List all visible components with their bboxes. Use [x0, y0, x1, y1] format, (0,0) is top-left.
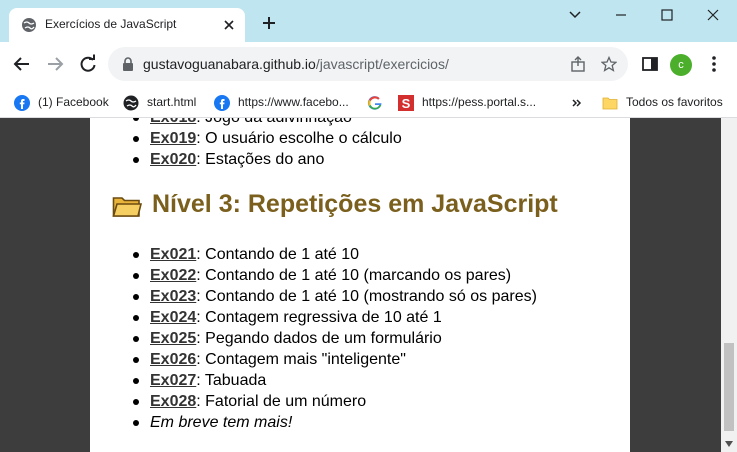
star-icon[interactable] — [601, 56, 617, 72]
exercise-link[interactable]: Ex025 — [150, 330, 196, 347]
bookmark-label: (1) Facebook — [38, 95, 109, 109]
list-item: Ex028: Fatorial de um número — [130, 391, 537, 412]
window-close-icon[interactable] — [702, 6, 724, 24]
forward-arrow-icon[interactable] — [45, 54, 65, 74]
exercise-link[interactable]: Ex020 — [150, 151, 196, 168]
vertical-scrollbar[interactable] — [721, 118, 737, 452]
address-bar[interactable]: gustavoguanabara.github.io/javascript/ex… — [108, 47, 628, 81]
maximize-icon[interactable] — [656, 6, 678, 24]
back-arrow-icon[interactable] — [12, 54, 32, 74]
google-icon — [367, 95, 383, 111]
tab-active[interactable]: Exercícios de JavaScript — [9, 8, 245, 42]
url-host: gustavoguanabara.github.io — [143, 56, 316, 72]
bookmark-pess-portal[interactable]: S https://pess.portal.s... — [398, 92, 536, 112]
new-tab-icon[interactable] — [261, 15, 277, 31]
exercise-link[interactable]: Ex019 — [150, 130, 196, 147]
minimize-icon[interactable] — [610, 6, 632, 24]
lock-icon[interactable] — [121, 57, 135, 71]
exercise-description: : Contando de 1 até 10 — [196, 246, 360, 263]
exercise-description: : Estações do ano — [196, 151, 325, 168]
exercise-description: : Fatorial de um número — [196, 393, 367, 410]
page-viewport: Ex018: Jogo da adivinhação Ex019: O usuá… — [0, 118, 737, 452]
facebook-icon — [14, 94, 30, 111]
browser-toolbar: gustavoguanabara.github.io/javascript/ex… — [0, 42, 737, 86]
exercise-description: : Jogo da adivinhação — [196, 118, 352, 126]
exercise-description: : O usuário escolhe o cálculo — [196, 130, 402, 147]
exercise-description: : Contando de 1 até 10 (mostrando só os … — [196, 288, 537, 305]
chevron-down-icon[interactable] — [564, 6, 586, 24]
bookmark-facebook-url[interactable]: https://www.facebo... — [214, 92, 349, 112]
exercise-link[interactable]: Ex024 — [150, 309, 196, 326]
list-item: Ex025: Pegando dados de um formulário — [130, 328, 537, 349]
exercise-link[interactable]: Ex018 — [150, 118, 196, 126]
bookmark-start-html[interactable]: start.html — [123, 92, 196, 112]
level2-list: Ex018: Jogo da adivinhação Ex019: O usuá… — [130, 118, 402, 170]
exercise-description: : Tabuada — [196, 372, 267, 389]
globe-icon — [123, 95, 139, 111]
exercise-link[interactable]: Ex021 — [150, 246, 196, 263]
tab-title: Exercícios de JavaScript — [45, 17, 177, 31]
scroll-down-arrow-icon[interactable] — [725, 441, 733, 447]
bookmark-all-favorites[interactable]: Todos os favoritos — [602, 92, 723, 112]
exercise-link[interactable]: Ex022 — [150, 267, 196, 284]
bookmarks-bar: (1) Facebook start.html https://www.face… — [0, 86, 737, 118]
kebab-menu-icon[interactable] — [704, 54, 724, 74]
page-content: Ex018: Jogo da adivinhação Ex019: O usuá… — [90, 118, 630, 452]
side-panel-icon[interactable] — [640, 54, 660, 74]
reload-icon[interactable] — [78, 54, 98, 74]
facebook-icon — [214, 94, 230, 111]
list-item: Ex024: Contagem regressiva de 10 até 1 — [130, 307, 537, 328]
coming-soon-item: Em breve tem mais! — [130, 412, 537, 433]
tab-strip: Exercícios de JavaScript — [0, 0, 737, 42]
list-item: Ex019: O usuário escolhe o cálculo — [130, 128, 402, 149]
more-bookmarks-button[interactable] — [571, 92, 583, 112]
exercise-description: : Contando de 1 até 10 (marcando os pare… — [196, 267, 512, 284]
bookmark-facebook[interactable]: (1) Facebook — [14, 92, 109, 112]
folder-icon — [112, 197, 142, 217]
avatar[interactable]: c — [670, 54, 692, 76]
exercise-link[interactable]: Ex023 — [150, 288, 196, 305]
exercise-link[interactable]: Ex026 — [150, 351, 196, 368]
url-path: /javascript/exercicios/ — [315, 56, 449, 72]
exercise-description: : Contagem mais "inteligente" — [196, 351, 406, 368]
bookmark-label: Todos os favoritos — [626, 95, 723, 109]
exercise-link[interactable]: Ex027 — [150, 372, 196, 389]
exercise-description: : Contagem regressiva de 10 até 1 — [196, 309, 442, 326]
list-item: Ex021: Contando de 1 até 10 — [130, 244, 537, 265]
bookmark-label: https://www.facebo... — [238, 95, 349, 109]
level3-list: Ex021: Contando de 1 até 10 Ex022: Conta… — [130, 244, 537, 433]
close-icon[interactable] — [221, 17, 237, 33]
folder-icon — [602, 95, 618, 111]
bookmark-label: start.html — [147, 95, 197, 109]
svg-text:S: S — [402, 96, 411, 111]
exercise-description: : Pegando dados de um formulário — [196, 330, 442, 347]
bookmark-google[interactable] — [367, 92, 391, 112]
double-chevron-right-icon — [572, 99, 582, 107]
s-red-icon: S — [398, 94, 414, 111]
list-item: Ex027: Tabuada — [130, 370, 537, 391]
scrollbar-thumb[interactable] — [724, 343, 734, 431]
list-item: Ex020: Estações do ano — [130, 149, 402, 170]
exercise-link[interactable]: Ex028 — [150, 393, 196, 410]
list-item: Ex026: Contagem mais "inteligente" — [130, 349, 537, 370]
share-icon[interactable] — [570, 56, 586, 72]
list-item: Ex022: Contando de 1 até 10 (marcando os… — [130, 265, 537, 286]
level3-heading: Nível 3: Repetições em JavaScript — [152, 190, 558, 218]
bookmark-label: https://pess.portal.s... — [422, 95, 537, 109]
list-item: Ex023: Contando de 1 até 10 (mostrando s… — [130, 286, 537, 307]
list-item: Ex018: Jogo da adivinhação — [130, 118, 402, 128]
globe-icon — [22, 18, 36, 32]
url-text: gustavoguanabara.github.io/javascript/ex… — [143, 56, 449, 72]
